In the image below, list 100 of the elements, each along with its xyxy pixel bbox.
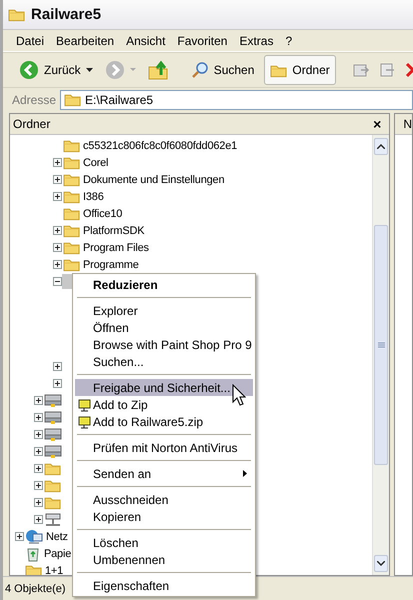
- copy-icon: [378, 61, 396, 79]
- folder-up-icon: [146, 59, 169, 81]
- drive-icon: [44, 427, 62, 442]
- zip-icon: [78, 414, 92, 428]
- window-title: Railware5: [31, 6, 102, 23]
- folder-icon: [63, 257, 80, 272]
- scrollbar-thumb[interactable]: [374, 225, 388, 465]
- expand-button[interactable]: [53, 226, 62, 235]
- tree-item[interactable]: Dokumente und Einstellungen: [82, 174, 226, 186]
- expand-button[interactable]: [34, 396, 43, 405]
- drive-icon: [44, 444, 62, 459]
- menu-item[interactable]: Kopieren: [75, 508, 253, 525]
- plus-icon: [54, 261, 61, 268]
- plus-icon: [54, 159, 61, 166]
- status-text: 4 Objekte(e): [5, 582, 66, 594]
- grip-icon: [378, 342, 385, 348]
- expand-button[interactable]: [34, 447, 43, 456]
- tree-item[interactable]: Program Files: [82, 242, 150, 254]
- plus-icon: [54, 227, 61, 234]
- folder-icon: [63, 155, 80, 170]
- menu-item[interactable]: Ansicht: [122, 34, 174, 48]
- scroll-up-button[interactable]: [374, 138, 388, 155]
- menu-item[interactable]: Datei: [12, 34, 52, 48]
- menu-item[interactable]: Browse with Paint Shop Pro 9: [75, 336, 253, 353]
- menu-item[interactable]: Löschen: [75, 534, 253, 551]
- recycle-bin-icon: [25, 546, 41, 562]
- panel-title: Ordner: [13, 117, 50, 131]
- back-button[interactable]: Zurück: [13, 55, 99, 85]
- plus-icon: [16, 533, 23, 540]
- menu-item[interactable]: Add to Zip: [75, 396, 253, 413]
- folder-icon: [63, 172, 80, 187]
- search-icon: [190, 61, 209, 79]
- tree-item[interactable]: 1+1: [44, 564, 64, 575]
- expand-button[interactable]: [53, 362, 62, 371]
- expand-button[interactable]: [53, 243, 62, 252]
- menu-item[interactable]: Favoriten: [173, 34, 236, 48]
- menu-item[interactable]: Prüfen mit Norton AntiVirus: [75, 439, 253, 456]
- expand-button[interactable]: [53, 379, 62, 388]
- menu-item[interactable]: Bearbeiten: [52, 34, 122, 48]
- search-button[interactable]: Suchen: [184, 55, 260, 85]
- plus-icon: [35, 499, 42, 506]
- expand-button[interactable]: [34, 481, 43, 490]
- address-field[interactable]: E:\Railware5: [60, 90, 413, 110]
- plus-icon: [35, 482, 42, 489]
- expand-button[interactable]: [34, 515, 43, 524]
- folder-icon: [8, 7, 25, 22]
- tree-item[interactable]: Corel: [82, 156, 110, 168]
- expand-button[interactable]: [53, 175, 62, 184]
- minus-icon: [54, 278, 61, 285]
- tree-item[interactable]: Netz: [45, 530, 69, 542]
- plus-icon: [54, 380, 61, 387]
- expand-button[interactable]: [53, 260, 62, 269]
- plus-icon: [35, 397, 42, 404]
- expand-button[interactable]: [34, 430, 43, 439]
- menu-item[interactable]: Ausschneiden: [75, 491, 253, 508]
- menu-item[interactable]: Freigabe und Sicherheit...: [75, 379, 253, 396]
- close-button[interactable]: ×: [373, 116, 382, 132]
- folder-icon: [44, 478, 61, 493]
- forward-arrow-icon: [104, 60, 139, 80]
- mouse-pointer-icon: [232, 384, 246, 406]
- plus-icon: [35, 516, 42, 523]
- menu-item[interactable]: Add to Railware5.zip: [75, 413, 253, 430]
- tree-item[interactable]: Programme: [82, 258, 140, 270]
- tree-item[interactable]: Office10: [82, 208, 124, 220]
- plus-icon: [35, 431, 42, 438]
- plus-icon: [35, 448, 42, 455]
- expand-button[interactable]: [34, 464, 43, 473]
- tree-item[interactable]: Papie: [43, 548, 72, 560]
- tree-item[interactable]: PlatformSDK: [82, 224, 146, 236]
- address-label: Adresse: [12, 92, 56, 106]
- expand-button[interactable]: [34, 498, 43, 507]
- tree-item[interactable]: c55321c806fc8c0f6080fdd062e1: [82, 140, 238, 152]
- expand-button[interactable]: [53, 192, 62, 201]
- menu-item[interactable]: Explorer: [75, 302, 253, 319]
- menu-item[interactable]: ?: [281, 34, 300, 48]
- expand-button[interactable]: [15, 532, 24, 541]
- menu-item[interactable]: Extras: [235, 34, 282, 48]
- scroll-down-button[interactable]: [374, 555, 388, 572]
- menu-item[interactable]: Öffnen: [75, 319, 253, 336]
- plus-icon: [54, 363, 61, 370]
- collapse-button[interactable]: [53, 277, 62, 286]
- expand-button[interactable]: [53, 158, 62, 167]
- plus-icon: [54, 244, 61, 251]
- menu-item[interactable]: Reduzieren: [75, 276, 253, 293]
- menu-item[interactable]: Umbenennen: [75, 551, 253, 568]
- menu-item[interactable]: Senden an: [75, 465, 253, 482]
- up-chevron-icon: [377, 144, 386, 149]
- plus-icon: [35, 465, 42, 472]
- tree-item[interactable]: I386: [82, 190, 105, 202]
- plus-icon: [54, 176, 61, 183]
- menu-item[interactable]: Suchen...: [75, 353, 253, 370]
- plus-icon: [35, 414, 42, 421]
- down-chevron-icon: [377, 561, 386, 566]
- menu-item[interactable]: Eigenschaften: [75, 577, 253, 594]
- expand-button[interactable]: [34, 413, 43, 422]
- network-icon: [25, 528, 43, 544]
- folders-button[interactable]: Ordner: [264, 55, 336, 85]
- drive-icon: [44, 393, 62, 408]
- zip-icon: [78, 398, 92, 412]
- plus-icon: [54, 193, 61, 200]
